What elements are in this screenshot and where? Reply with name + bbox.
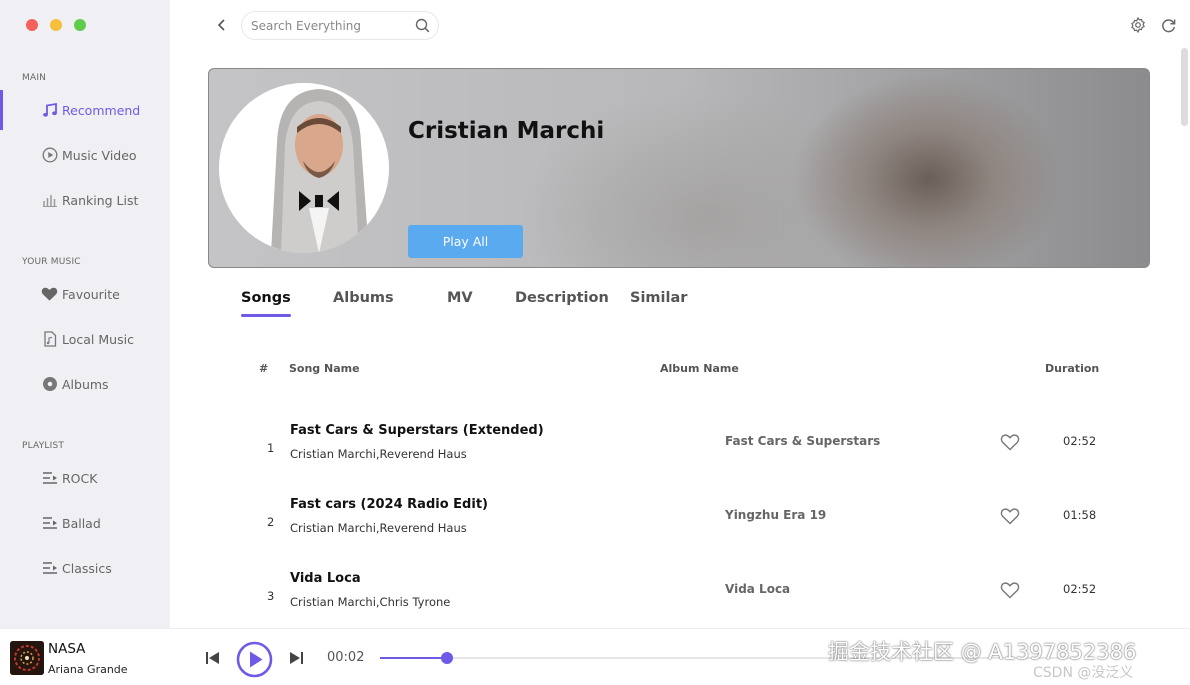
song-title[interactable]: Fast Cars & Superstars (Extended)	[290, 423, 544, 438]
song-duration: 02:52	[1063, 582, 1097, 596]
scrollbar-thumb[interactable]	[1181, 48, 1188, 126]
column-header-album-name: Album Name	[660, 362, 739, 375]
like-heart-icon[interactable]	[1000, 433, 1022, 453]
disc-icon	[41, 376, 58, 393]
track-number: 1	[267, 441, 275, 455]
column-header-duration: Duration	[1045, 362, 1100, 375]
section-label-your-music: YOUR MUSIC	[22, 257, 81, 267]
song-artists[interactable]: Cristian Marchi,Chris Tyrone	[290, 595, 450, 609]
sidebar-item-favourite[interactable]: Favourite	[0, 274, 170, 314]
search-icon[interactable]	[415, 18, 430, 37]
like-heart-icon[interactable]	[1000, 581, 1022, 601]
table-row[interactable]: 3 Vida Loca Cristian Marchi,Chris Tyrone…	[208, 564, 1150, 638]
track-number: 2	[267, 515, 275, 529]
like-heart-icon[interactable]	[1000, 507, 1022, 527]
player-bar: NASA Ariana Grande 00:02 掘金技术社区 @ A13978…	[0, 628, 1190, 685]
sidebar-item-local-music[interactable]: Local Music	[0, 319, 170, 359]
sidebar-item-ballad[interactable]: Ballad	[0, 503, 170, 543]
artist-banner: Cristian Marchi Play All	[208, 68, 1150, 268]
tab-albums[interactable]: Albums	[333, 290, 394, 306]
artist-name: Cristian Marchi	[408, 118, 605, 144]
close-window-button[interactable]	[26, 19, 38, 31]
progress-fill	[380, 657, 447, 659]
search-bar[interactable]	[241, 11, 439, 40]
album-name[interactable]: Vida Loca	[725, 582, 790, 596]
sidebar-item-music-video[interactable]: Music Video	[0, 135, 170, 175]
sidebar-item-label: Local Music	[62, 331, 134, 347]
window-controls	[26, 19, 86, 31]
sidebar-item-label: Ranking List	[62, 192, 139, 208]
song-artists[interactable]: Cristian Marchi,Reverend Haus	[290, 447, 467, 461]
track-number: 3	[267, 589, 275, 603]
sidebar-item-classics[interactable]: Classics	[0, 548, 170, 588]
heart-icon	[41, 286, 58, 303]
sidebar-item-label: Music Video	[62, 147, 137, 163]
settings-icon[interactable]	[1129, 16, 1147, 34]
sidebar-item-label: Recommend	[62, 102, 141, 118]
music-note-icon	[41, 102, 58, 119]
album-cover[interactable]	[10, 641, 44, 675]
play-button[interactable]	[236, 641, 273, 678]
play-all-button[interactable]: Play All	[408, 225, 523, 258]
artist-avatar	[219, 83, 389, 253]
maximize-window-button[interactable]	[74, 19, 86, 31]
sidebar-item-label: Ballad	[62, 515, 101, 531]
playlist-icon	[41, 470, 58, 487]
section-label-main: MAIN	[22, 73, 47, 83]
play-icon	[236, 641, 273, 678]
sidebar-item-rock[interactable]: ROCK	[0, 458, 170, 498]
sidebar-item-ranking-list[interactable]: Ranking List	[0, 180, 170, 220]
sidebar-item-label: Favourite	[62, 286, 120, 302]
tab-similar[interactable]: Similar	[630, 290, 687, 306]
song-duration: 01:58	[1063, 508, 1097, 522]
playlist-icon	[41, 515, 58, 532]
table-row[interactable]: 2 Fast cars (2024 Radio Edit) Cristian M…	[208, 490, 1150, 564]
current-time: 00:02	[327, 650, 365, 665]
album-name[interactable]: Yingzhu Era 19	[725, 508, 826, 522]
file-icon	[41, 331, 58, 348]
now-playing-artist: Ariana Grande	[48, 663, 128, 676]
section-label-playlist: PLAYLIST	[22, 441, 65, 451]
tab-mv[interactable]: MV	[447, 290, 473, 306]
minimize-window-button[interactable]	[50, 19, 62, 31]
progress-handle[interactable]	[440, 652, 453, 664]
song-duration: 02:52	[1063, 434, 1097, 448]
column-header-song-name: Song Name	[289, 362, 360, 375]
search-input[interactable]	[251, 18, 411, 33]
table-row[interactable]: 1 Fast Cars & Superstars (Extended) Cris…	[208, 416, 1150, 490]
tab-songs[interactable]: Songs	[241, 290, 291, 317]
sidebar-item-albums[interactable]: Albums	[0, 364, 170, 404]
next-track-icon[interactable]	[287, 649, 305, 667]
song-title[interactable]: Vida Loca	[290, 571, 361, 586]
refresh-icon[interactable]	[1159, 16, 1177, 34]
bar-chart-icon	[41, 192, 58, 209]
tab-description[interactable]: Description	[515, 290, 609, 306]
sidebar-item-recommend[interactable]: Recommend	[0, 90, 170, 130]
now-playing-title: NASA	[48, 641, 86, 657]
song-artists[interactable]: Cristian Marchi,Reverend Haus	[290, 521, 467, 535]
sidebar-item-label: Classics	[62, 560, 112, 576]
album-name[interactable]: Fast Cars & Superstars	[725, 434, 880, 448]
playlist-icon	[41, 560, 58, 577]
sidebar-item-label: ROCK	[62, 470, 98, 486]
back-button[interactable]	[212, 15, 232, 35]
sidebar: MAIN Recommend Music Video Ranking List …	[0, 0, 170, 628]
column-header-number: #	[259, 362, 269, 375]
back-icon	[217, 19, 225, 31]
sidebar-item-label: Albums	[62, 376, 109, 392]
previous-track-icon[interactable]	[204, 649, 222, 667]
watermark-subtext: CSDN @没泛义	[1033, 665, 1134, 681]
song-title[interactable]: Fast cars (2024 Radio Edit)	[290, 497, 488, 512]
play-circle-icon	[41, 147, 58, 164]
